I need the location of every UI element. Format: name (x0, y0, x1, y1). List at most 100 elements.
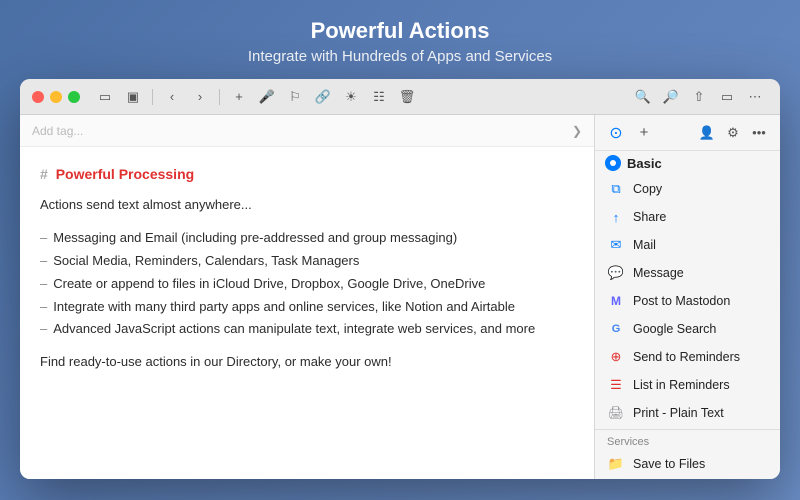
table-icon[interactable]: ☷ (366, 86, 392, 108)
sidebar-toolbar-right: 👤 ⚙ ••• (696, 122, 770, 144)
trash-icon[interactable]: 🗑 (394, 86, 420, 108)
header-section: Powerful Actions Integrate with Hundreds… (228, 0, 572, 79)
list-item-text: Create or append to files in iCloud Driv… (53, 274, 485, 295)
copy-icon: ⧉ (607, 180, 625, 198)
services-section-label: Services (595, 432, 780, 450)
editor-paragraph-1: Actions send text almost anywhere... (40, 195, 574, 216)
header-subtitle: Integrate with Hundreds of Apps and Serv… (248, 48, 552, 65)
share-action-icon: ↑ (607, 208, 625, 226)
layout-icon[interactable]: ▣ (120, 86, 146, 108)
action-list: ⧉ Copy ↑ Share ✉ Mail 💬 Message (595, 175, 780, 479)
tag-placeholder: Add tag... (32, 124, 83, 138)
action-send-reminders[interactable]: ⊕ Send to Reminders (595, 343, 780, 371)
action-label: Save to Files (633, 457, 705, 471)
action-mail[interactable]: ✉ Mail (595, 231, 780, 259)
action-label: Send to Reminders (633, 350, 740, 364)
toolbar-separator-2 (219, 89, 220, 105)
action-message[interactable]: 💬 Message (595, 259, 780, 287)
action-save-files[interactable]: 📁 Save to Files (595, 450, 780, 478)
action-copy[interactable]: ⧉ Copy (595, 175, 780, 203)
list-item: – Integrate with many third party apps a… (40, 297, 574, 318)
toolbar-separator-1 (152, 89, 153, 105)
sidebar: ⊙ + 👤 ⚙ ••• Basic ⧉ Copy (595, 115, 780, 479)
heading-hash: # (40, 166, 48, 182)
basic-dot-inner (610, 160, 616, 166)
traffic-light-minimize[interactable] (50, 91, 62, 103)
flag-icon[interactable]: ⚐ (282, 86, 308, 108)
action-label: Share (633, 210, 666, 224)
list-dash: – (40, 251, 47, 272)
sidebar-person-icon[interactable]: 👤 (696, 122, 718, 144)
editor-pane: Add tag... ❯ # Powerful Processing Actio… (20, 115, 595, 479)
list-item-text: Advanced JavaScript actions can manipula… (53, 319, 535, 340)
action-label: Copy (633, 182, 662, 196)
editor-list: – Messaging and Email (including pre-add… (40, 228, 574, 340)
list-item-text: Messaging and Email (including pre-addre… (53, 228, 457, 249)
sidebar-more-icon[interactable]: ••• (748, 122, 770, 144)
share-icon[interactable]: ⇧ (686, 86, 712, 108)
action-save-files-as[interactable]: 📁 Save to Files as... (595, 478, 780, 479)
files-icon: 📁 (607, 455, 625, 473)
mastodon-icon: M (607, 292, 625, 310)
tag-bar[interactable]: Add tag... ❯ (20, 115, 594, 147)
list-dash: – (40, 228, 47, 249)
action-label: Message (633, 266, 684, 280)
basic-dot (605, 155, 621, 171)
list-item-text: Integrate with many third party apps and… (53, 297, 515, 318)
sidebar-settings-icon[interactable]: ⚙ (722, 122, 744, 144)
sidebar-toggle-icon[interactable]: ▭ (92, 86, 118, 108)
photo-icon[interactable]: ☀ (338, 86, 364, 108)
list-item: – Messaging and Email (including pre-add… (40, 228, 574, 249)
back-icon[interactable]: ‹ (159, 86, 185, 108)
microphone-icon[interactable]: 🎤 (254, 86, 280, 108)
action-list-reminders[interactable]: ☰ List in Reminders (595, 371, 780, 399)
list-item: – Create or append to files in iCloud Dr… (40, 274, 574, 295)
action-label: Mail (633, 238, 656, 252)
link-icon[interactable]: 🔗 (310, 86, 336, 108)
basic-header: Basic (595, 151, 780, 175)
message-icon: 💬 (607, 264, 625, 282)
list-dash: – (40, 297, 47, 318)
services-divider (595, 429, 780, 430)
app-window: ▭ ▣ ‹ › + 🎤 ⚐ 🔗 ☀ ☷ 🗑 🔍 🔎 ⇧ ▭ ⋯ Ad (20, 79, 780, 479)
list-dash: – (40, 274, 47, 295)
sidebar-circle-icon[interactable]: ⊙ (605, 122, 627, 144)
tag-chevron: ❯ (572, 124, 582, 138)
action-print[interactable]: 🖨 Print - Plain Text (595, 399, 780, 427)
add-icon[interactable]: + (226, 86, 252, 108)
traffic-lights (32, 91, 80, 103)
sidebar-add-icon[interactable]: + (633, 122, 655, 144)
list-item: – Social Media, Reminders, Calendars, Ta… (40, 251, 574, 272)
panel-icon[interactable]: ▭ (714, 86, 740, 108)
reminders-icon: ⊕ (607, 348, 625, 366)
title-bar: ▭ ▣ ‹ › + 🎤 ⚐ 🔗 ☀ ☷ 🗑 🔍 🔎 ⇧ ▭ ⋯ (20, 79, 780, 115)
traffic-light-maximize[interactable] (68, 91, 80, 103)
zoom-icon[interactable]: 🔎 (658, 86, 684, 108)
action-label: Print - Plain Text (633, 406, 724, 420)
action-label: Google Search (633, 322, 716, 336)
heading-text: Powerful Processing (56, 166, 194, 182)
editor-heading: # Powerful Processing (40, 163, 574, 185)
action-mastodon[interactable]: M Post to Mastodon (595, 287, 780, 315)
list-dash: – (40, 319, 47, 340)
list-reminders-icon: ☰ (607, 376, 625, 394)
sidebar-toolbar: ⊙ + 👤 ⚙ ••• (595, 115, 780, 151)
action-label: Post to Mastodon (633, 294, 730, 308)
forward-icon[interactable]: › (187, 86, 213, 108)
editor-content[interactable]: # Powerful Processing Actions send text … (20, 147, 594, 479)
mail-icon: ✉ (607, 236, 625, 254)
traffic-light-close[interactable] (32, 91, 44, 103)
editor-paragraph-2: Find ready-to-use actions in our Directo… (40, 352, 574, 373)
search-icon[interactable]: 🔍 (630, 86, 656, 108)
action-label: List in Reminders (633, 378, 730, 392)
action-share[interactable]: ↑ Share (595, 203, 780, 231)
list-item: – Advanced JavaScript actions can manipu… (40, 319, 574, 340)
toolbar-right: 🔍 🔎 ⇧ ▭ ⋯ (630, 86, 768, 108)
google-icon: G (607, 320, 625, 338)
header-title: Powerful Actions (248, 18, 552, 44)
more-icon[interactable]: ⋯ (742, 86, 768, 108)
list-item-text: Social Media, Reminders, Calendars, Task… (53, 251, 359, 272)
toolbar-icons: ▭ ▣ ‹ › + 🎤 ⚐ 🔗 ☀ ☷ 🗑 (92, 86, 630, 108)
print-icon: 🖨 (607, 404, 625, 422)
action-google-search[interactable]: G Google Search (595, 315, 780, 343)
